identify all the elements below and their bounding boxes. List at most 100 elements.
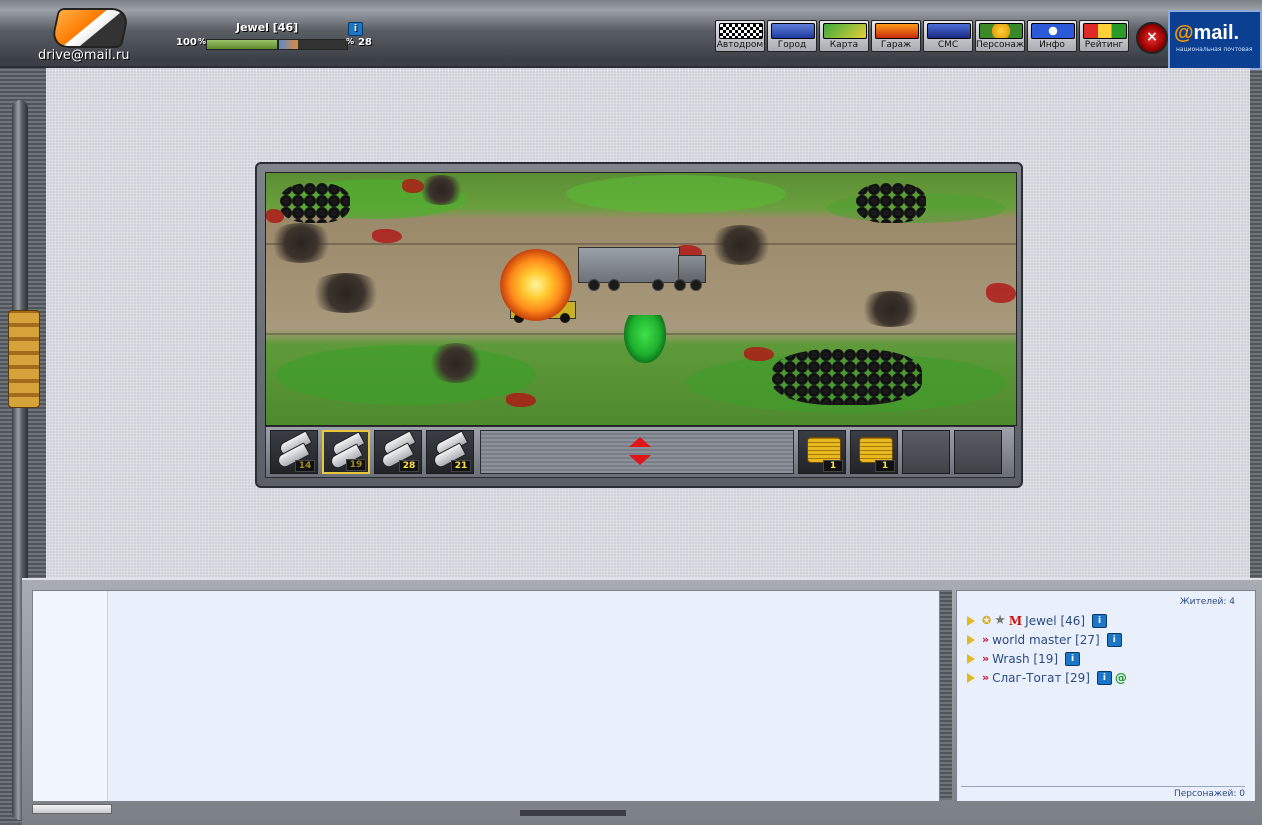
user-info-icon[interactable]: i bbox=[1065, 651, 1081, 666]
crater bbox=[426, 343, 486, 383]
rank-chevron-icon: » bbox=[982, 633, 990, 646]
explosion-icon bbox=[500, 249, 572, 321]
road-edge bbox=[266, 243, 1016, 245]
rank-chevron-icon: » bbox=[982, 652, 990, 665]
enemy-truck[interactable] bbox=[578, 247, 706, 291]
resize-handle[interactable] bbox=[32, 804, 112, 814]
nav-character-label: Персонаж bbox=[976, 40, 1024, 50]
arrow-down-icon[interactable] bbox=[629, 455, 651, 465]
nav-autodrom-button[interactable]: Автодром bbox=[715, 20, 765, 52]
sms-icon bbox=[927, 23, 971, 39]
nav-autodrom-label: Автодром bbox=[716, 40, 764, 50]
mailru-banner[interactable]: @mail. национальная почтовая bbox=[1168, 10, 1262, 70]
nav-city-button[interactable]: Город bbox=[767, 20, 817, 52]
weapon-qty: 14 bbox=[295, 460, 315, 472]
rating-icon bbox=[1083, 23, 1127, 39]
item-qty: 1 bbox=[823, 460, 843, 472]
nav-info-label: Инфо bbox=[1039, 40, 1065, 50]
grass-patch bbox=[566, 175, 786, 213]
wheel-icon bbox=[560, 313, 570, 323]
nav-city-label: Город bbox=[777, 40, 807, 50]
rank-chevron-icon: » bbox=[982, 671, 990, 684]
wheel-icon bbox=[674, 279, 686, 291]
private-message-icon[interactable] bbox=[967, 615, 975, 626]
crater bbox=[306, 273, 386, 313]
map-icon bbox=[823, 23, 867, 39]
close-icon[interactable]: × bbox=[1136, 22, 1168, 54]
user-row[interactable]: » Wrash [19] i bbox=[967, 649, 1127, 668]
mailru-at-sign: @ bbox=[1174, 22, 1194, 44]
energy-percent-sign: % bbox=[346, 37, 355, 46]
player-name-text: Jewel [46] bbox=[236, 21, 299, 34]
bottom-panel: Жителей: 4 ✪ ★ M Jewel [46] i » world ma… bbox=[22, 578, 1262, 825]
crater bbox=[856, 291, 926, 327]
tire-pile bbox=[280, 183, 350, 223]
nav-sms-label: СМС bbox=[937, 40, 959, 50]
chat-log[interactable] bbox=[32, 590, 940, 802]
user-row[interactable]: ✪ ★ M Jewel [46] i bbox=[967, 611, 1127, 630]
users-panel: Жителей: 4 ✪ ★ M Jewel [46] i » world ma… bbox=[956, 590, 1256, 802]
main-nav: Автодром Город Карта Гараж СМС Персонаж … bbox=[715, 20, 1129, 54]
private-message-icon[interactable] bbox=[967, 634, 975, 645]
garage-icon bbox=[875, 23, 919, 39]
weapon-slot-2[interactable]: 19 bbox=[322, 430, 370, 474]
weapon-qty: 19 bbox=[346, 459, 366, 471]
grass-patch bbox=[276, 345, 536, 405]
nav-map-button[interactable]: Карта bbox=[819, 20, 869, 52]
crater bbox=[416, 175, 466, 205]
scroll-handle[interactable] bbox=[520, 810, 626, 816]
item-slot-2[interactable]: 1 bbox=[850, 430, 898, 474]
user-name[interactable]: Слаг-Тогат [29] bbox=[992, 671, 1090, 685]
mailru-brand-text: mail. bbox=[1193, 22, 1240, 44]
nav-rating-label: Рейтинг bbox=[1084, 40, 1124, 50]
item-qty: 1 bbox=[875, 460, 895, 472]
bush-icon bbox=[624, 315, 666, 363]
weapon-slot-3[interactable]: 28 bbox=[374, 430, 422, 474]
weapon-slot-1[interactable]: 14 bbox=[270, 430, 318, 474]
site-name: drive@mail.ru bbox=[38, 48, 130, 63]
drive-logo[interactable]: drive@mail.ru bbox=[34, 8, 146, 64]
top-bar: drive@mail.ru Jewel [46] i 100 % % 28 Ав… bbox=[0, 0, 1262, 70]
user-row[interactable]: » world master [27] i bbox=[967, 630, 1127, 649]
blood-splat bbox=[506, 393, 536, 407]
battlefield[interactable] bbox=[265, 172, 1017, 426]
weapon-toolbar: 14 19 28 21 1 1 bbox=[265, 426, 1015, 478]
energy-bar bbox=[278, 39, 348, 50]
user-name[interactable]: world master [27] bbox=[992, 633, 1100, 647]
tire-pile bbox=[772, 349, 922, 405]
private-message-icon[interactable] bbox=[967, 672, 975, 683]
nav-garage-button[interactable]: Гараж bbox=[871, 20, 921, 52]
mail-at-icon[interactable]: @ bbox=[1115, 671, 1127, 685]
user-info-icon[interactable]: i bbox=[1096, 670, 1112, 685]
mailru-brand: @mail. bbox=[1174, 22, 1239, 45]
user-name[interactable]: Wrash [19] bbox=[992, 652, 1058, 666]
weapon-slot-4[interactable]: 21 bbox=[426, 430, 474, 474]
nav-garage-label: Гараж bbox=[880, 40, 912, 50]
nav-rating-button[interactable]: Рейтинг bbox=[1079, 20, 1129, 52]
crater bbox=[706, 225, 776, 265]
wheel-icon bbox=[608, 279, 620, 291]
private-message-icon[interactable] bbox=[967, 653, 975, 664]
player-name: Jewel [46] i bbox=[236, 21, 363, 36]
user-info-icon[interactable]: i bbox=[1106, 632, 1122, 647]
hp-bar bbox=[206, 39, 278, 50]
item-slot-4[interactable] bbox=[954, 430, 1002, 474]
player-info-icon[interactable]: i bbox=[348, 22, 363, 36]
drive-logo-icon bbox=[49, 8, 131, 48]
characters-count: Персонажей: 0 bbox=[961, 786, 1245, 799]
weapon-qty: 28 bbox=[399, 460, 419, 472]
nav-character-button[interactable]: Персонаж bbox=[975, 20, 1025, 52]
mailru-tagline: национальная почтовая bbox=[1176, 46, 1253, 53]
clan-star-icon: ✪ bbox=[982, 614, 992, 627]
nav-sms-button[interactable]: СМС bbox=[923, 20, 973, 52]
user-name[interactable]: Jewel [46] bbox=[1025, 614, 1085, 628]
wheel-icon bbox=[652, 279, 664, 291]
item-slot-3[interactable] bbox=[902, 430, 950, 474]
checkered-flags-icon bbox=[719, 23, 763, 39]
user-info-icon[interactable]: i bbox=[1092, 613, 1108, 628]
item-slot-1[interactable]: 1 bbox=[798, 430, 846, 474]
nav-info-button[interactable]: Инфо bbox=[1027, 20, 1077, 52]
arrow-up-icon[interactable] bbox=[629, 437, 651, 447]
user-row[interactable]: » Слаг-Тогат [29] i @ bbox=[967, 668, 1127, 687]
panel-divider[interactable] bbox=[940, 590, 952, 800]
